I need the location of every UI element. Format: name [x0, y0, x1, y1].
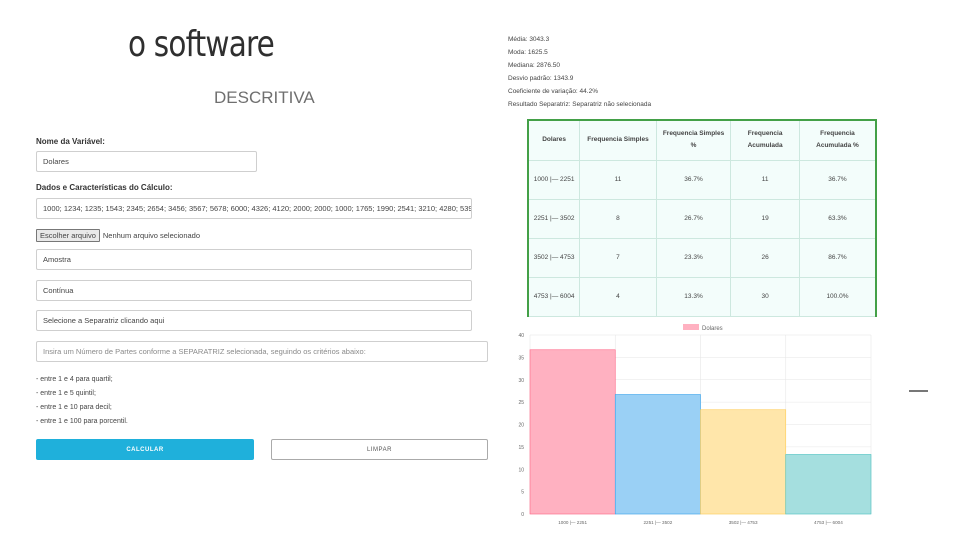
clear-button[interactable]: LIMPAR — [271, 439, 488, 460]
table-cell: 1000 |— 2251 — [527, 159, 581, 200]
slide-title: o software — [128, 24, 275, 65]
stat-separatriz: Resultado Separatriz: Separatriz não sel… — [508, 101, 652, 108]
file-status: Nenhum arquivo selecionado — [102, 231, 201, 240]
stat-stddev: Desvio padrão: 1343.9 — [508, 75, 574, 82]
column-header: Dolares — [527, 119, 581, 161]
table-row: 4753 |— 6004 4 13.3% 30 100.0% — [527, 276, 877, 317]
y-tick-label: 20 — [518, 423, 524, 429]
decorative-dash — [909, 390, 928, 392]
x-tick-label: 2251 |— 3502 — [643, 520, 672, 525]
data-input[interactable]: 1000; 1234; 1235; 1543; 2345; 2654; 3456… — [36, 198, 472, 219]
table-cell: 13.3% — [655, 276, 732, 317]
table-cell: 7 — [579, 237, 657, 278]
variable-name-input[interactable]: Dolares — [36, 151, 257, 172]
x-tick-label: 4753 |— 6004 — [814, 520, 843, 525]
table-cell: 100.0% — [798, 276, 877, 317]
y-tick-label: 15 — [518, 445, 524, 451]
choose-file-button[interactable]: Escolher arquivo — [36, 229, 100, 242]
table-cell: 19 — [730, 198, 800, 239]
frequency-table: Dolares Frequencia Simples Frequencia Si… — [527, 119, 877, 317]
stat-cv: Coeficiente de variação: 44.2% — [508, 88, 598, 95]
table-cell: 86.7% — [798, 237, 877, 278]
column-header: Frequencia Acumulada % — [798, 119, 877, 161]
histogram-bar — [700, 409, 787, 515]
table-cell: 26.7% — [655, 198, 732, 239]
table-row: 2251 |— 3502 8 26.7% 19 63.3% — [527, 198, 877, 239]
histogram-bar — [529, 349, 616, 515]
calculate-button[interactable]: CALCULAR — [36, 439, 254, 460]
y-tick-label: 35 — [518, 355, 524, 361]
column-header: Frequencia Acumulada — [730, 119, 800, 161]
rule-item: - entre 1 e 100 para porcentil. — [36, 418, 128, 425]
parts-input[interactable]: Insira um Número de Partes conforme a SE… — [36, 341, 488, 362]
sample-select[interactable]: Amostra — [36, 249, 472, 270]
rule-item: - entre 1 e 4 para quartil; — [36, 376, 113, 383]
stat-median: Mediana: 2876.50 — [508, 62, 561, 69]
table-cell: 36.7% — [798, 159, 877, 200]
x-tick-label: 3502 |— 4753 — [729, 520, 758, 525]
variable-kind-select[interactable]: Contínua — [36, 280, 472, 301]
file-picker: Escolher arquivo Nenhum arquivo selecion… — [36, 229, 200, 242]
table-cell: 4 — [579, 276, 657, 317]
table-cell: 2251 |— 3502 — [527, 198, 581, 239]
chart-legend: Dolares — [683, 324, 723, 332]
x-tick-label: 1000 |— 2251 — [558, 520, 587, 525]
stats-panel: Média: 3043.3 Moda: 1625.5 Mediana: 2876… — [508, 33, 651, 111]
y-tick-label: 30 — [518, 378, 524, 384]
rule-item: - entre 1 e 10 para decil; — [36, 404, 112, 411]
table-cell: 23.3% — [655, 237, 732, 278]
table-header-row: Dolares Frequencia Simples Frequencia Si… — [527, 119, 877, 161]
rules-list: - entre 1 e 4 para quartil; - entre 1 e … — [36, 373, 128, 429]
table-row: 3502 |— 4753 7 23.3% 26 86.7% — [527, 237, 877, 278]
table-cell: 11 — [579, 159, 657, 200]
y-tick-label: 0 — [521, 512, 524, 518]
histogram-bar — [785, 454, 872, 515]
legend-swatch — [683, 324, 699, 330]
table-cell: 8 — [579, 198, 657, 239]
y-tick-label: 10 — [518, 467, 524, 473]
y-tick-label: 5 — [521, 490, 524, 496]
y-tick-label: 40 — [518, 333, 524, 339]
separatriz-select[interactable]: Selecione a Separatriz clicando aqui — [36, 310, 472, 331]
histogram-bar — [614, 394, 701, 515]
table-cell: 30 — [730, 276, 800, 317]
page-heading: DESCRITIVA — [214, 88, 315, 107]
table-cell: 4753 |— 6004 — [527, 276, 581, 317]
stat-mode: Moda: 1625.5 — [508, 49, 548, 56]
table-cell: 26 — [730, 237, 800, 278]
table-cell: 36.7% — [655, 159, 732, 200]
legend-label: Dolares — [702, 326, 723, 332]
variable-name-label: Nome da Variável: — [36, 137, 105, 146]
y-tick-label: 25 — [518, 400, 524, 406]
stat-mean: Média: 3043.3 — [508, 36, 550, 43]
column-header: Frequencia Simples — [579, 119, 657, 161]
table-cell: 63.3% — [798, 198, 877, 239]
frequency-histogram: 0 5 10 15 20 25 30 35 40 1000 |— 2251 2251 |— 3502… — [518, 324, 872, 525]
column-header: Frequencia Simples % — [655, 119, 732, 161]
rule-item: - entre 1 e 5 quintil; — [36, 390, 96, 397]
table-cell: 3502 |— 4753 — [527, 237, 581, 278]
data-label: Dados e Características do Cálculo: — [36, 183, 173, 192]
table-row: 1000 |— 2251 11 36.7% 11 36.7% — [527, 159, 877, 200]
table-cell: 11 — [730, 159, 800, 200]
